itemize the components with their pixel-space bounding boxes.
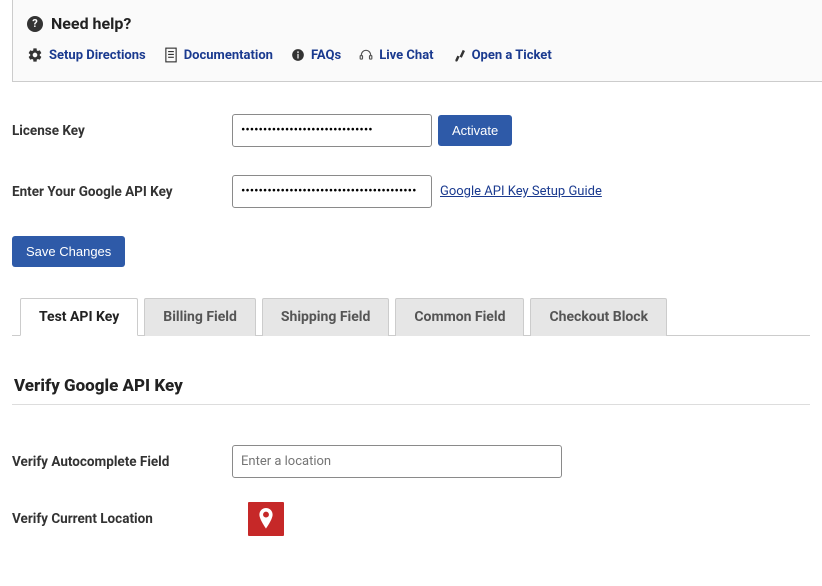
faqs-label: FAQs [311, 48, 341, 63]
license-key-row: License Key Activate [12, 114, 810, 147]
tab-shipping-field[interactable]: Shipping Field [262, 298, 389, 336]
verify-location-label: Verify Current Location [12, 511, 232, 527]
open-ticket-label: Open a Ticket [472, 48, 552, 63]
documentation-link[interactable]: Documentation [164, 47, 273, 63]
setup-directions-link[interactable]: Setup Directions [27, 47, 146, 63]
documentation-label: Documentation [184, 48, 273, 63]
api-key-row: Enter Your Google API Key Google API Key… [12, 175, 810, 208]
verify-autocomplete-row: Verify Autocomplete Field [12, 445, 810, 478]
help-panel: ? Need help? Setup Directions Documentat… [12, 0, 822, 82]
current-location-button[interactable] [248, 502, 284, 536]
save-changes-button[interactable]: Save Changes [12, 236, 125, 267]
help-links: Setup Directions Documentation FAQs Live… [27, 47, 808, 63]
tab-billing-field[interactable]: Billing Field [144, 298, 256, 336]
license-key-input[interactable] [232, 114, 432, 147]
faqs-link[interactable]: FAQs [291, 48, 341, 63]
live-chat-label: Live Chat [379, 48, 433, 63]
ticket-icon [452, 48, 466, 62]
tab-test-api-key[interactable]: Test API Key [20, 298, 138, 336]
tab-common-field[interactable]: Common Field [395, 298, 524, 336]
headset-icon [359, 48, 373, 62]
verify-location-row: Verify Current Location [12, 502, 810, 536]
gear-icon [27, 47, 43, 63]
api-key-label: Enter Your Google API Key [12, 184, 232, 200]
question-icon: ? [27, 16, 43, 32]
tabs: Test API Key Billing Field Shipping Fiel… [12, 297, 810, 336]
verify-autocomplete-label: Verify Autocomplete Field [12, 454, 232, 470]
map-pin-icon [257, 508, 275, 530]
activate-button[interactable]: Activate [438, 115, 512, 146]
setup-directions-label: Setup Directions [49, 48, 146, 63]
help-header: ? Need help? [27, 14, 808, 33]
license-key-label: License Key [12, 123, 232, 139]
autocomplete-input[interactable] [232, 445, 562, 478]
help-title: Need help? [51, 14, 131, 33]
api-guide-link[interactable]: Google API Key Setup Guide [440, 184, 602, 199]
open-ticket-link[interactable]: Open a Ticket [452, 48, 552, 63]
verify-section-title: Verify Google API Key [12, 376, 810, 396]
settings-form: License Key Activate Enter Your Google A… [0, 82, 822, 576]
api-key-input[interactable] [232, 175, 432, 208]
live-chat-link[interactable]: Live Chat [359, 48, 433, 63]
section-divider [12, 404, 810, 405]
info-icon [291, 48, 305, 62]
tab-checkout-block[interactable]: Checkout Block [530, 298, 667, 336]
document-icon [164, 47, 178, 63]
